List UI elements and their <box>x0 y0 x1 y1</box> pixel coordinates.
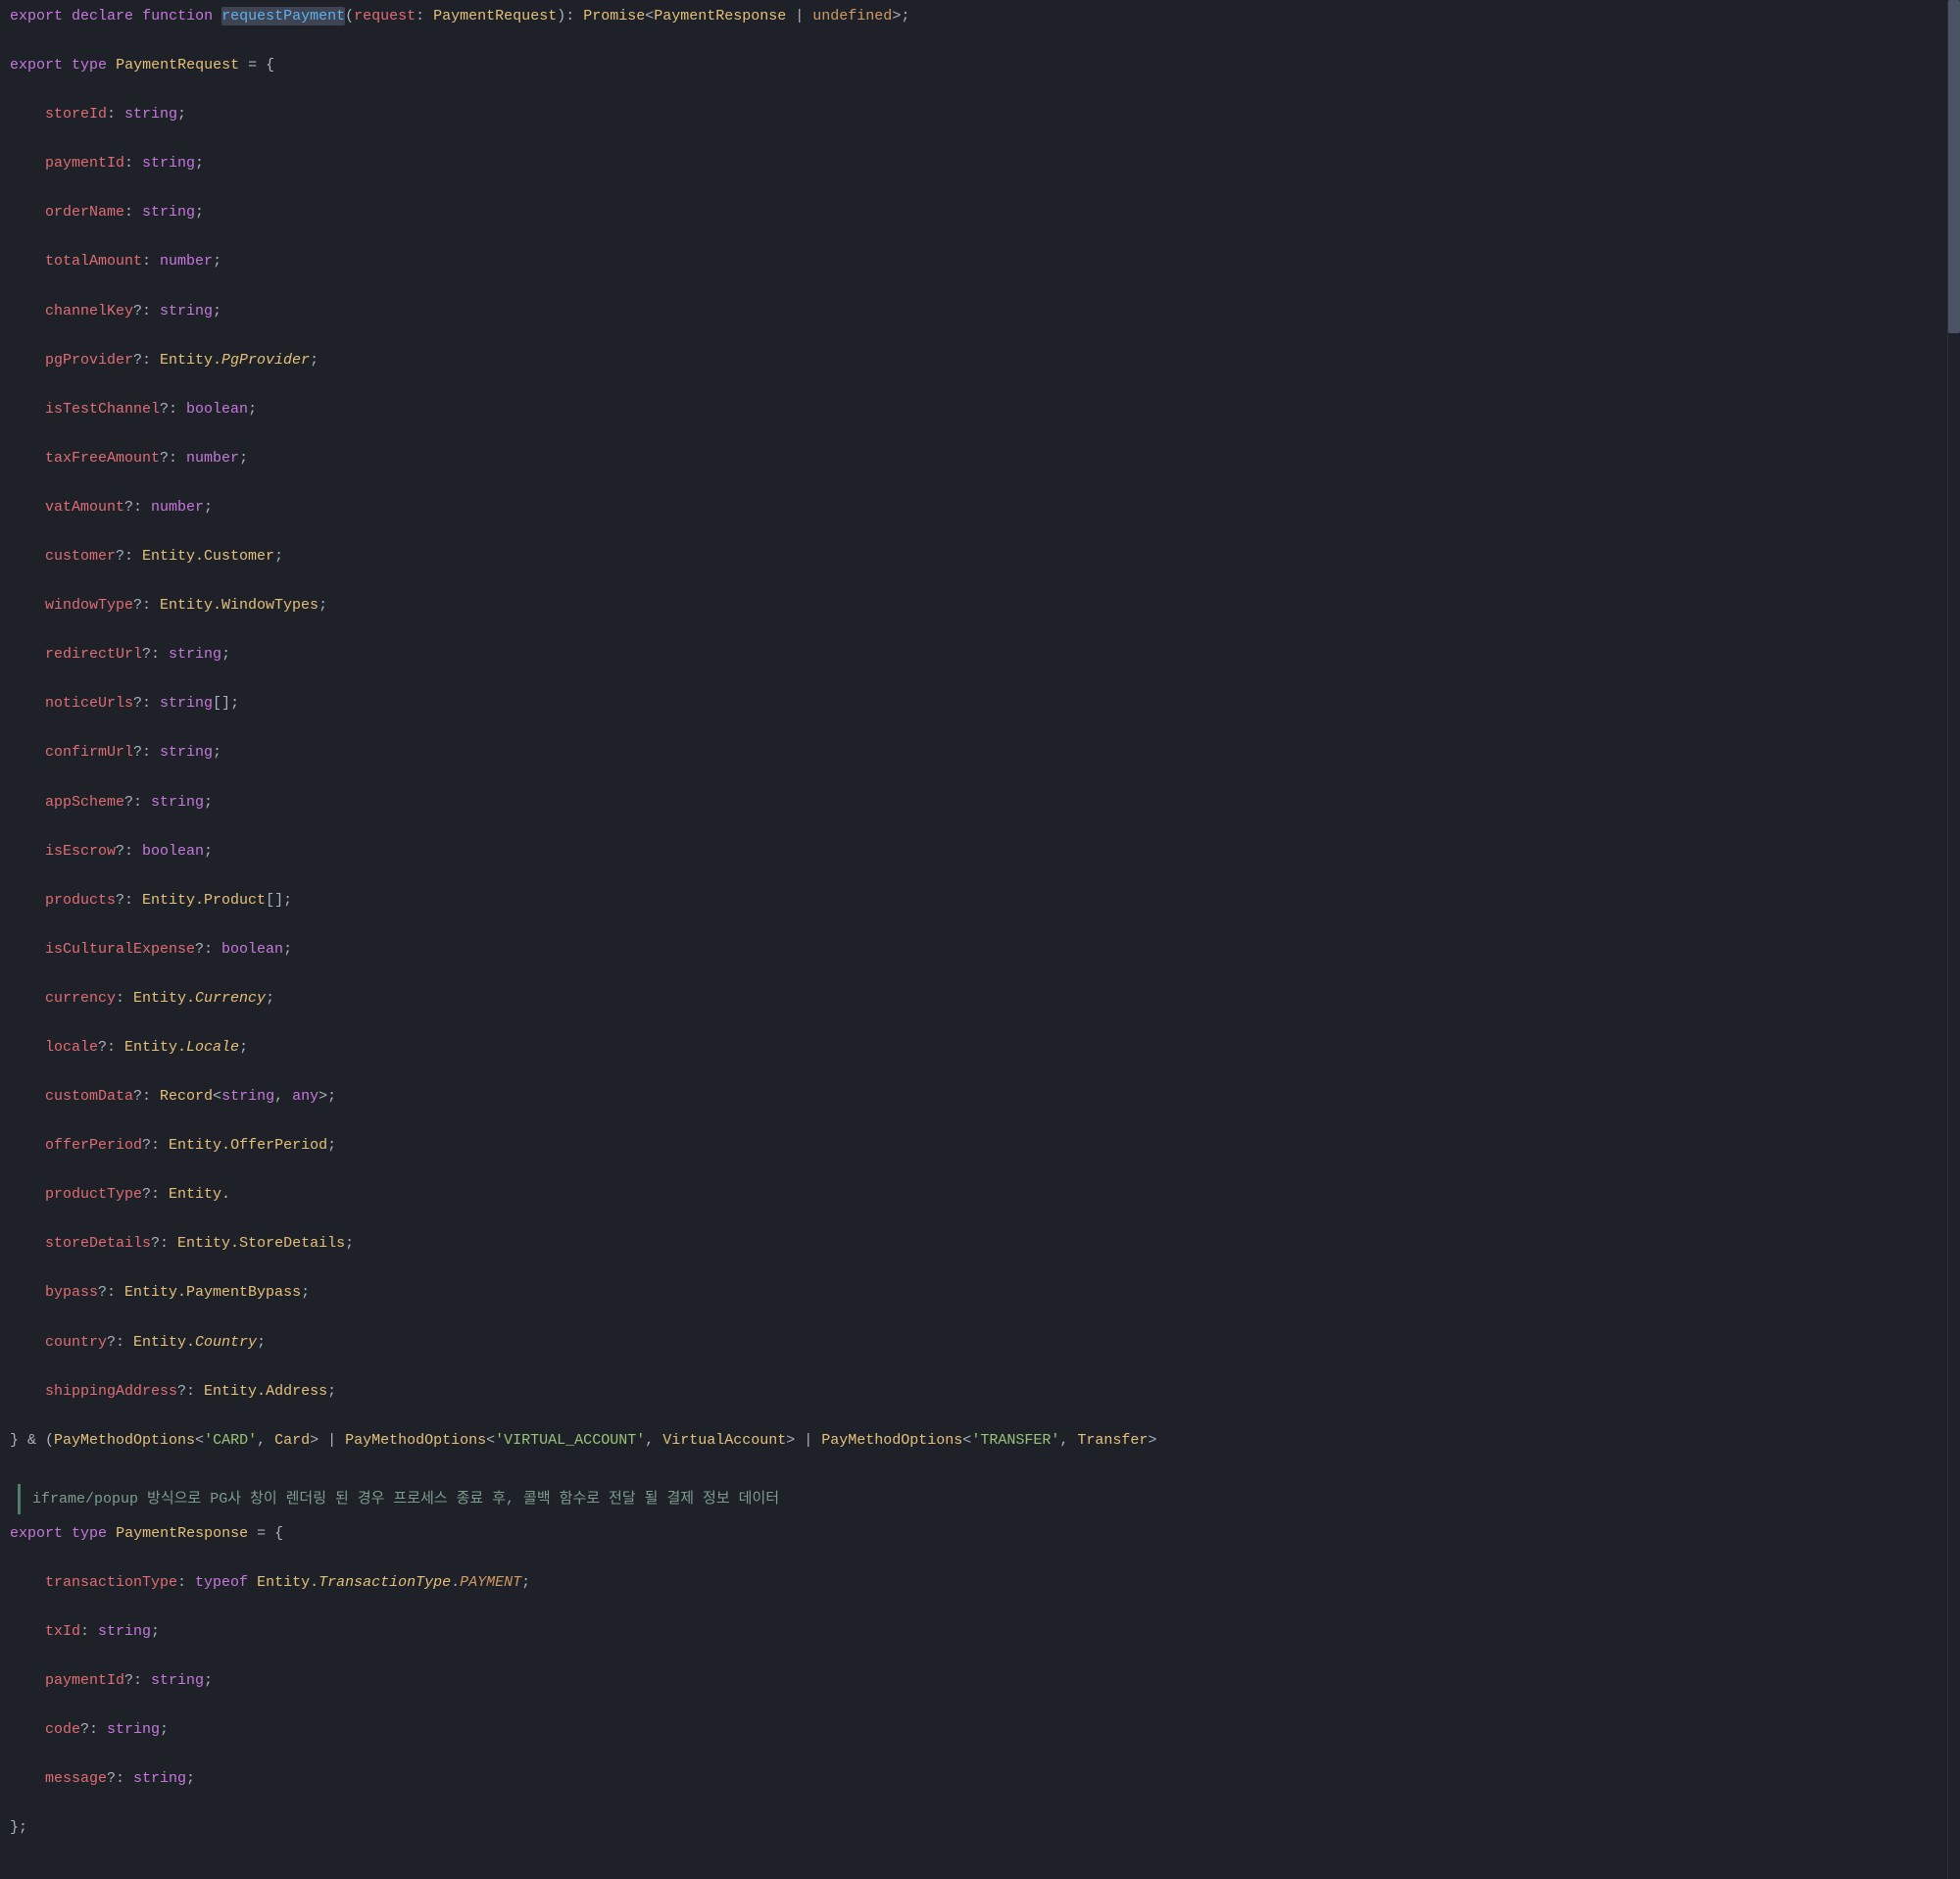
field-channelKey: channelKey?: string; <box>10 299 1937 323</box>
field-response-paymentId: paymentId?: string; <box>10 1668 1937 1693</box>
field-isEscrow: isEscrow?: boolean; <box>10 839 1937 864</box>
field-bypass: bypass?: Entity.PaymentBypass; <box>10 1280 1937 1305</box>
field-storeId: storeId: string; <box>10 102 1937 126</box>
field-noticeUrls: noticeUrls?: string[]; <box>10 691 1937 716</box>
field-orderName: orderName: string; <box>10 200 1937 224</box>
field-redirectUrl: redirectUrl?: string; <box>10 642 1937 667</box>
type-declaration-request: export type PaymentRequest = { <box>10 53 1937 77</box>
type-intersection: } & (PayMethodOptions<'CARD', Card> | Pa… <box>10 1428 1937 1453</box>
field-appScheme: appScheme?: string; <box>10 790 1937 815</box>
doc-comment: iframe/popup 방식으로 PG사 창이 렌더링 된 경우 프로세스 종… <box>18 1484 1937 1514</box>
field-offerPeriod: offerPeriod?: Entity.OfferPeriod; <box>10 1133 1937 1158</box>
field-customer: customer?: Entity.Customer; <box>10 544 1937 569</box>
field-isTestChannel: isTestChannel?: boolean; <box>10 397 1937 421</box>
field-txId: txId: string; <box>10 1619 1937 1644</box>
field-transactionType: transactionType: typeof Entity.Transacti… <box>10 1570 1937 1595</box>
field-windowType: windowType?: Entity.WindowTypes; <box>10 593 1937 618</box>
field-storeDetails: storeDetails?: Entity.StoreDetails; <box>10 1231 1937 1256</box>
field-code: code?: string; <box>10 1717 1937 1742</box>
function-signature: export declare function requestPayment(r… <box>10 4 1937 28</box>
field-locale: locale?: Entity.Locale; <box>10 1035 1937 1060</box>
field-productType: productType?: Entity. <box>10 1182 1937 1207</box>
field-currency: currency: Entity.Currency; <box>10 986 1937 1011</box>
field-country: country?: Entity.Country; <box>10 1330 1937 1355</box>
close-brace: }; <box>10 1815 1937 1840</box>
field-paymentId: paymentId: string; <box>10 151 1937 175</box>
field-isCulturalExpense: isCulturalExpense?: boolean; <box>10 937 1937 962</box>
field-message: message?: string; <box>10 1766 1937 1791</box>
code-editor: export declare function requestPayment(r… <box>0 0 1960 1879</box>
scrollbar-vertical[interactable] <box>1947 0 1960 1879</box>
code-area[interactable]: export declare function requestPayment(r… <box>0 0 1947 1879</box>
field-taxFreeAmount: taxFreeAmount?: number; <box>10 446 1937 470</box>
function-name[interactable]: requestPayment <box>221 7 345 25</box>
field-pgProvider: pgProvider?: Entity.PgProvider; <box>10 348 1937 372</box>
field-totalAmount: totalAmount: number; <box>10 249 1937 273</box>
field-customData: customData?: Record<string, any>; <box>10 1084 1937 1109</box>
field-vatAmount: vatAmount?: number; <box>10 495 1937 519</box>
field-shippingAddress: shippingAddress?: Entity.Address; <box>10 1379 1937 1404</box>
field-confirmUrl: confirmUrl?: string; <box>10 740 1937 765</box>
scroll-thumb[interactable] <box>1948 0 1960 333</box>
type-declaration-response: export type PaymentResponse = { <box>10 1521 1937 1546</box>
field-products: products?: Entity.Product[]; <box>10 888 1937 913</box>
